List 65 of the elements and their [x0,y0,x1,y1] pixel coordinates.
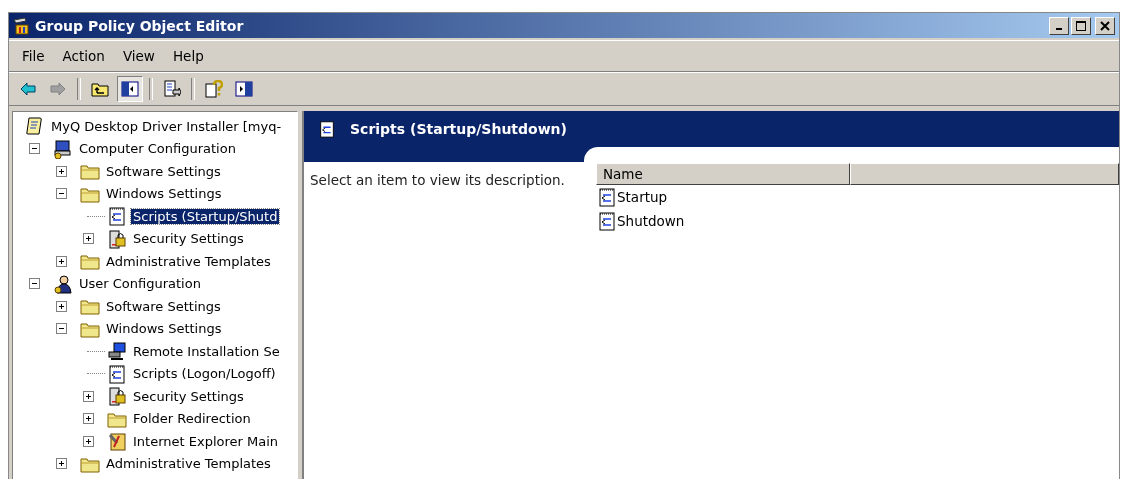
expander-box[interactable] [56,300,67,312]
menu-item[interactable]: View [113,46,164,66]
maximize-icon [1076,20,1086,31]
tools-icon [107,431,127,452]
script-icon [107,206,127,227]
expander-box[interactable] [83,390,94,402]
tree-item[interactable]: Software Settings [104,163,223,179]
expander-box[interactable] [56,255,67,267]
monitor-icon [107,341,127,362]
expander-box[interactable] [56,188,67,200]
padlock-icon [107,228,127,249]
help-icon [205,80,223,98]
tree-item[interactable]: Windows Settings [104,186,224,202]
tree-item[interactable]: Folder Redirection [131,411,253,427]
tree-pane-icon [121,80,139,98]
expander-box[interactable] [56,165,67,177]
description-text: Select an item to view its description. [310,172,565,188]
user-icon [53,273,73,294]
column-header[interactable]: Name [596,163,850,185]
maximize-button[interactable] [1071,16,1091,35]
padlock-icon [107,386,127,407]
tree-item[interactable]: Security Settings [131,388,246,404]
tree-pane-button[interactable] [117,76,143,102]
computer-icon [53,138,73,159]
up-folder-icon [91,80,109,98]
script-icon [318,120,336,138]
tree-item[interactable]: Windows Settings [104,321,224,337]
app-icon [13,16,31,35]
list-item[interactable]: Startup [617,189,668,205]
tree-item[interactable]: Software Settings [104,298,223,314]
menu-item[interactable]: Help [163,46,213,66]
tree-item[interactable]: Computer Configuration [77,141,238,157]
expander-box[interactable] [56,323,67,335]
tree-item[interactable]: Scripts (Logon/Logoff) [131,366,278,382]
expander-box[interactable] [83,233,94,245]
menu-item[interactable]: Action [53,46,114,66]
tree-item[interactable]: User Configuration [77,276,203,292]
minimize-icon [1056,27,1062,30]
export-list-icon [163,80,181,98]
expander-box[interactable] [56,458,67,470]
script-icon [107,363,127,384]
tree-item[interactable]: MyQ Desktop Driver Installer [myq- [49,118,284,134]
script-icon [597,211,617,231]
expander-box[interactable] [83,413,94,425]
tree-item[interactable]: Administrative Templates [104,456,273,472]
tree-item[interactable]: Scripts (Startup/Shutd [131,208,280,224]
back-icon [19,80,37,98]
scroll-icon [25,116,45,137]
tree-item[interactable]: Administrative Templates [104,253,273,269]
menu-item[interactable]: File [13,46,54,66]
minimize-button[interactable] [1049,16,1069,35]
forward-icon [49,80,67,98]
tree-item[interactable]: Security Settings [131,231,246,247]
expander-box[interactable] [83,435,94,447]
script-icon [597,187,617,207]
action-pane-icon [235,80,253,98]
window-title: Group Policy Object Editor [35,17,244,34]
list-item[interactable]: Shutdown [617,213,685,229]
expander-box[interactable] [29,278,40,290]
pane-title: Scripts (Startup/Shutdown) [350,121,567,137]
expander-box[interactable] [29,143,40,155]
close-icon [1100,20,1110,31]
tree-item[interactable]: Remote Installation Se [131,343,282,359]
tree-item[interactable]: Internet Explorer Main [131,433,281,449]
close-button[interactable] [1095,16,1115,35]
